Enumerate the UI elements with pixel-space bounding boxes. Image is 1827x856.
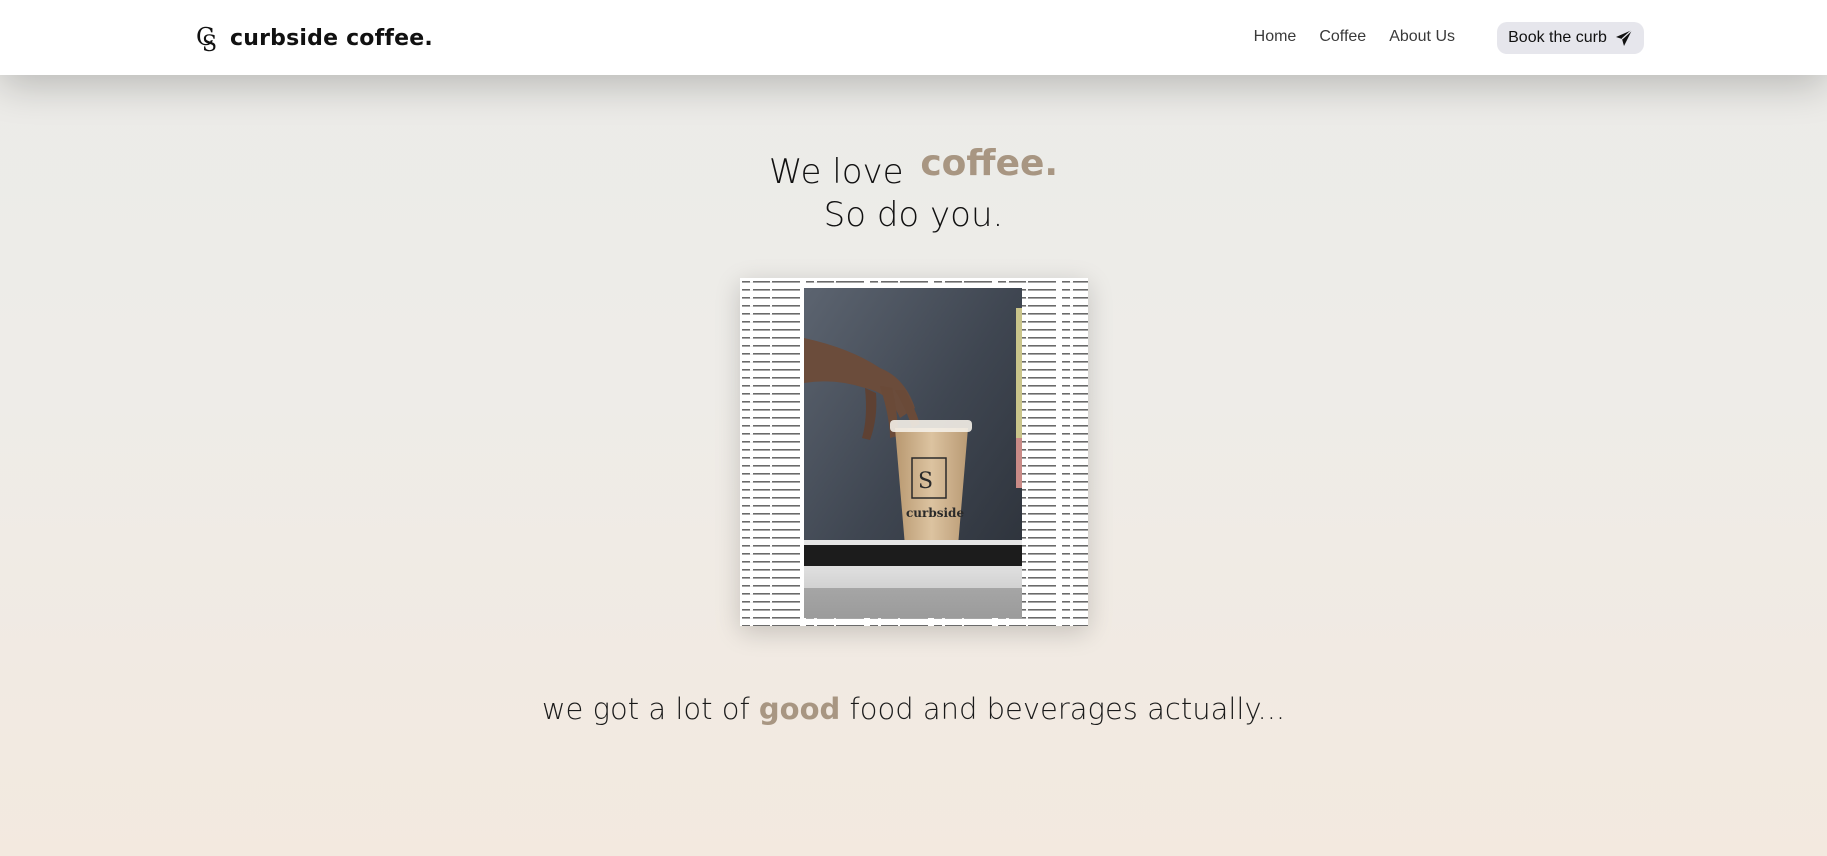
hero-line-2: So do you. <box>823 195 1004 235</box>
hero-line-1: We love coffee. <box>0 143 1827 194</box>
book-the-curb-button[interactable]: Book the curb <box>1497 22 1644 54</box>
brand-name: curbside coffee. <box>230 25 433 51</box>
hero-line-1-prefix: We love <box>768 152 904 192</box>
nav-links: Home Coffee About Us <box>1254 28 1455 46</box>
navbar: C S curbside coffee. Home Coffee About U… <box>0 0 1827 75</box>
svg-text:S: S <box>918 469 933 494</box>
nav-link-coffee[interactable]: Coffee <box>1319 28 1366 46</box>
nav-link-about-us[interactable]: About Us <box>1389 28 1455 46</box>
cs-logo-icon: C S <box>196 23 217 55</box>
hero-headline: We love coffee. So do you. <box>0 143 1827 236</box>
tagline-suffix: food and beverages actually... <box>849 692 1286 726</box>
coffee-photo-illustration: S curbside <box>740 278 1088 626</box>
book-the-curb-label: Book the curb <box>1508 29 1607 46</box>
nav-link-home[interactable]: Home <box>1254 28 1297 46</box>
tagline-accent-word: good <box>758 692 841 726</box>
svg-text:S: S <box>202 32 217 55</box>
brand-link[interactable]: C S curbside coffee. <box>194 20 433 56</box>
paper-plane-icon <box>1615 29 1633 46</box>
cup-brand-text: curbside <box>906 506 964 520</box>
tagline: we got a lot of good food and beverages … <box>0 692 1827 726</box>
hero-accent-word: coffee. <box>920 143 1059 184</box>
tagline-prefix: we got a lot of <box>541 692 750 726</box>
hero-coffee-photo: S curbside <box>740 278 1088 626</box>
